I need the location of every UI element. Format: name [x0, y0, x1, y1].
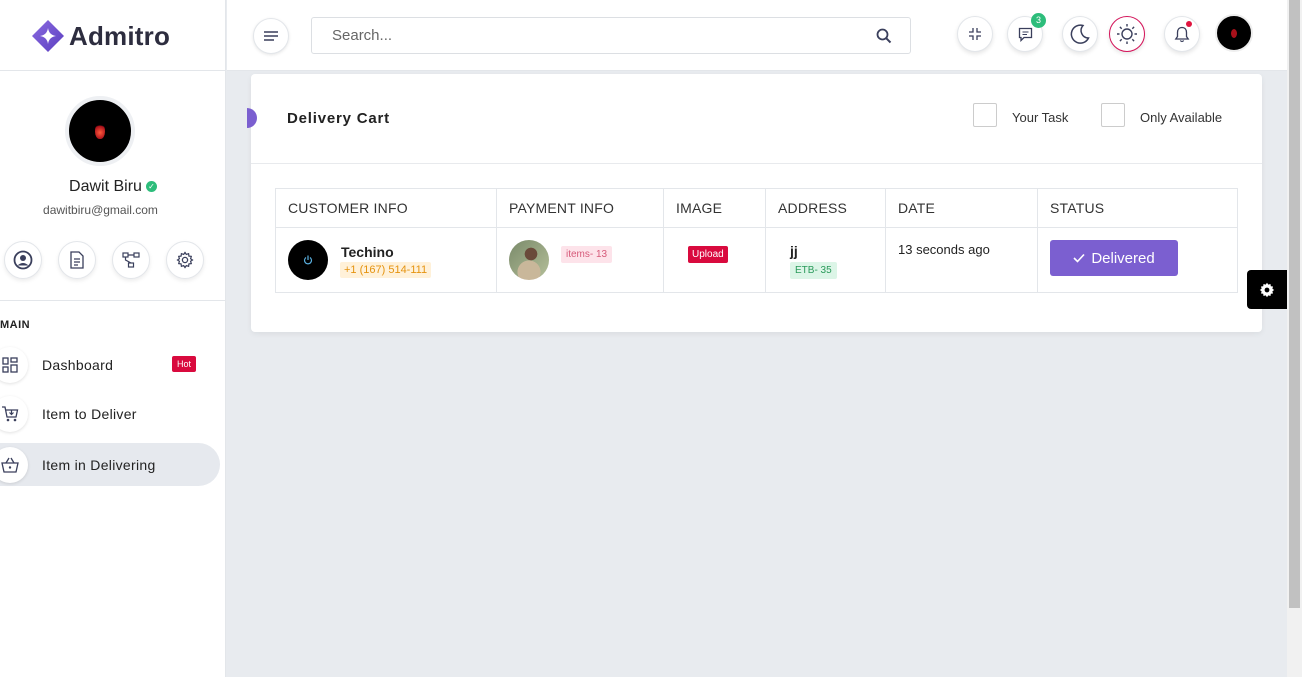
status-label: Delivered — [1091, 249, 1155, 267]
hot-badge: Hot — [172, 356, 197, 372]
check-icon — [1073, 253, 1085, 263]
date-cell: 13 seconds ago — [885, 227, 1038, 293]
sitemap-icon — [122, 252, 140, 268]
divider — [0, 70, 226, 71]
notifications-button[interactable] — [1164, 16, 1200, 52]
power-icon — [303, 255, 313, 265]
compress-icon — [969, 28, 981, 40]
payment-avatar — [509, 240, 549, 280]
settings-button[interactable] — [166, 241, 204, 279]
customer-name: Techino — [341, 244, 394, 260]
profile-button[interactable] — [4, 241, 42, 279]
image-cell: Upload — [663, 227, 766, 293]
divider — [0, 300, 226, 301]
your-task-label: Your Task — [1012, 110, 1069, 125]
address-code: ETB- 35 — [790, 262, 837, 279]
documents-button[interactable] — [58, 241, 96, 279]
sun-icon — [1117, 24, 1137, 44]
column-header: CUSTOMER INFO — [275, 188, 497, 228]
card-title: Delivery Cart — [287, 110, 390, 127]
moon-icon — [1070, 24, 1090, 44]
column-header: PAYMENT INFO — [496, 188, 664, 228]
menu-section-title: MAIN — [0, 319, 31, 331]
items-badge: items- 13 — [561, 246, 613, 263]
page-scrollbar-thumb[interactable] — [1289, 0, 1300, 608]
payment-cell: items- 13 — [496, 227, 664, 293]
hamburger-icon — [264, 31, 278, 41]
user-icon — [13, 250, 33, 270]
divider — [251, 163, 1262, 164]
gear-icon — [1259, 282, 1275, 297]
customer-cell: Techino +1 (167) 514-111 — [275, 227, 497, 293]
sidebar-item-dashboard[interactable]: Dashboard Hot — [0, 343, 220, 386]
app-logo[interactable]: Admitro — [31, 19, 170, 53]
basket-icon — [0, 446, 28, 483]
only-available-label: Only Available — [1140, 110, 1223, 125]
column-header: IMAGE — [663, 188, 766, 228]
user-avatar[interactable] — [1215, 14, 1253, 52]
table-row: Techino +1 (167) 514-111 items- 13 Uploa… — [275, 227, 1238, 293]
delivery-table: CUSTOMER INFO PAYMENT INFO IMAGE ADDRESS… — [275, 188, 1238, 293]
only-available-checkbox[interactable] — [1101, 103, 1125, 127]
bell-icon — [1174, 26, 1190, 42]
sidebar-item-label: Dashboard — [42, 356, 114, 373]
column-header: DATE — [885, 188, 1038, 228]
column-header: STATUS — [1037, 188, 1238, 228]
profile-email: dawitbiru@gmail.com — [43, 203, 158, 217]
app-name: Admitro — [69, 20, 171, 51]
delivered-status-button[interactable]: Delivered — [1050, 240, 1178, 276]
sidebar-item-label: Item in Delivering — [42, 456, 156, 473]
chat-icon — [1018, 27, 1032, 42]
delivery-cart-card: Delivery Cart Your Task Only Available C… — [247, 74, 1262, 332]
search-box — [311, 17, 911, 54]
your-task-checkbox[interactable] — [973, 103, 997, 127]
search-input[interactable] — [312, 18, 852, 53]
cart-icon — [0, 395, 28, 432]
address-name: jj — [790, 243, 798, 259]
top-header: 3 — [227, 0, 1287, 71]
settings-icon — [176, 251, 194, 269]
sidebar: Admitro Dawit Biru ✓ dawitbiru@gmail.com … — [0, 0, 226, 677]
dark-mode-button[interactable] — [1062, 16, 1098, 52]
logo-icon — [32, 20, 64, 52]
sidebar-item-label: Item to Deliver — [42, 405, 137, 422]
table-header-row: CUSTOMER INFO PAYMENT INFO IMAGE ADDRESS… — [275, 188, 1238, 228]
column-header: ADDRESS — [765, 188, 886, 228]
document-icon — [70, 251, 84, 269]
message-count-badge: 3 — [1031, 13, 1046, 28]
upload-button[interactable]: Upload — [688, 246, 728, 263]
card-accent-marker — [247, 108, 257, 128]
dashboard-icon — [0, 346, 28, 383]
structure-button[interactable] — [112, 241, 150, 279]
fullscreen-exit-button[interactable] — [957, 16, 993, 52]
address-cell: jj ETB- 35 — [765, 227, 886, 293]
status-cell: Delivered — [1037, 227, 1238, 293]
sidebar-item-item-to-deliver[interactable]: Item to Deliver — [0, 392, 220, 435]
menu-toggle-button[interactable] — [253, 18, 289, 54]
customer-phone: +1 (167) 514-111 — [340, 262, 432, 278]
profile-name-row: Dawit Biru ✓ — [0, 178, 226, 196]
verified-icon: ✓ — [145, 181, 157, 193]
sidebar-item-item-in-delivering[interactable]: Item in Delivering — [0, 443, 220, 486]
delivery-date: 13 seconds ago — [898, 242, 990, 257]
profile-quick-actions — [4, 241, 204, 279]
search-icon[interactable] — [876, 28, 892, 44]
theme-settings-toggle[interactable] — [1247, 270, 1287, 309]
messages-button[interactable]: 3 — [1007, 13, 1046, 52]
notification-dot — [1186, 21, 1192, 27]
profile-avatar[interactable] — [65, 96, 135, 166]
profile-name: Dawit Biru — [69, 178, 142, 195]
customer-avatar — [288, 240, 328, 280]
light-mode-button[interactable] — [1109, 16, 1145, 52]
